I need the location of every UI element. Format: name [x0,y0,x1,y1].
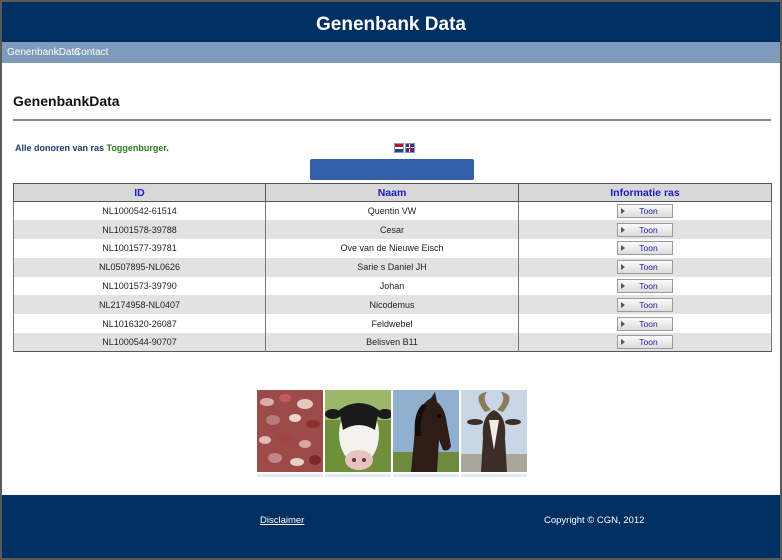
toon-label: Toon [639,318,658,329]
cell-info: Toon [518,220,772,240]
table-row: NL0507895-NL0626 Sarie s Daniel JH Toon [13,257,772,277]
toon-label: Toon [639,337,658,348]
toon-button[interactable]: Toon [617,222,673,237]
toon-label: Toon [639,281,658,292]
toon-button[interactable]: Toon [617,335,673,350]
photo-caption-bar [393,474,459,477]
uk-flag-icon[interactable] [405,143,415,153]
site-title: Genenbank Data [316,14,466,35]
play-arrow-icon [621,226,625,233]
play-arrow-icon [621,301,625,308]
breed-name: Toggenburger [106,143,167,153]
cell-info: Toon [518,295,772,315]
cell-naam: Sarie s Daniel JH [265,257,519,277]
toon-label: Toon [639,243,658,254]
cell-info: Toon [518,276,772,296]
cell-id: NL1000544-90707 [13,333,266,352]
page-frame: Genenbank Data GenenbankData Contact Gen… [2,2,780,558]
toon-button[interactable]: Toon [617,260,673,275]
nav-bar: GenenbankData Contact [2,42,780,63]
disclaimer-link[interactable]: Disclaimer [260,515,304,526]
title-divider [13,119,771,121]
cell-id: NL1001573-39790 [13,276,266,296]
table-row: NL1000544-90707 Belisven B11 Toon [13,333,772,352]
toon-button[interactable]: Toon [617,316,673,331]
play-arrow-icon [621,339,625,346]
column-header-id[interactable]: ID [13,183,266,202]
blue-banner-bar [310,159,474,180]
toon-button[interactable]: Toon [617,204,673,219]
cell-id: NL0507895-NL0626 [13,257,266,277]
site-header: Genenbank Data [2,2,780,42]
column-header-informatie-ras[interactable]: Informatie ras [518,183,772,202]
cell-id: NL1001578-39788 [13,220,266,240]
photo-caption-bar [257,474,323,477]
table-row: NL2174958-NL0407 Nicodemus Toon [13,295,772,315]
cell-naam: Feldwebel [265,314,519,334]
toon-label: Toon [639,224,658,235]
cell-naam: Nicodemus [265,295,519,315]
cell-id: NL1000542-61514 [13,201,266,221]
photo-caption-bar [325,474,391,477]
cow-photo [325,390,391,472]
intro-label: Alle donoren van ras [15,143,107,153]
table-row: NL1001577-39781 Ove van de Nieuwe Eisch … [13,239,772,258]
cell-info: Toon [518,257,772,277]
dutch-flag-icon[interactable] [394,143,404,153]
copyright-text: Copyright © CGN, 2012 [544,515,645,526]
site-footer: Disclaimer Copyright © CGN, 2012 [2,495,780,558]
cell-naam: Cesar [265,220,519,240]
cell-info: Toon [518,314,772,334]
play-arrow-icon [621,283,625,290]
nav-genenbankdata-link[interactable]: GenenbankData [7,42,80,63]
photo-strip [257,390,527,478]
cell-naam: Johan [265,276,519,296]
horse-photo [393,390,459,472]
page-title: GenenbankData [13,93,120,109]
table-row: NL1000542-61514 Quentin VW Toon [13,201,772,221]
goat-photo [461,390,527,472]
cell-naam: Ove van de Nieuwe Eisch [265,239,519,258]
toon-label: Toon [639,299,658,310]
cell-id: NL1016320-26087 [13,314,266,334]
cell-info: Toon [518,239,772,258]
intro-suffix: . [166,143,169,153]
table-row: NL1001578-39788 Cesar Toon [13,220,772,240]
cell-id: NL2174958-NL0407 [13,295,266,315]
table-row: NL1001573-39790 Johan Toon [13,276,772,296]
table-row: NL1016320-26087 Feldwebel Toon [13,314,772,334]
cell-naam: Belisven B11 [265,333,519,352]
nav-contact-link[interactable]: Contact [74,42,108,63]
photo-caption-bar [461,474,527,477]
cell-info: Toon [518,333,772,352]
table-header-row: ID Naam Informatie ras [13,183,772,202]
cell-info: Toon [518,201,772,221]
cell-id: NL1001577-39781 [13,239,266,258]
column-header-naam[interactable]: Naam [265,183,519,202]
toon-button[interactable]: Toon [617,241,673,256]
cell-naam: Quentin VW [265,201,519,221]
toon-button[interactable]: Toon [617,279,673,294]
seeds-photo [257,390,323,472]
play-arrow-icon [621,245,625,252]
play-arrow-icon [621,320,625,327]
intro-text: Alle donoren van ras Toggenburger. [15,143,169,153]
play-arrow-icon [621,264,625,271]
toon-label: Toon [639,206,658,217]
toon-button[interactable]: Toon [617,297,673,312]
donor-table: ID Naam Informatie ras NL1000542-61514 Q… [13,183,772,353]
toon-label: Toon [639,262,658,273]
play-arrow-icon [621,208,625,215]
